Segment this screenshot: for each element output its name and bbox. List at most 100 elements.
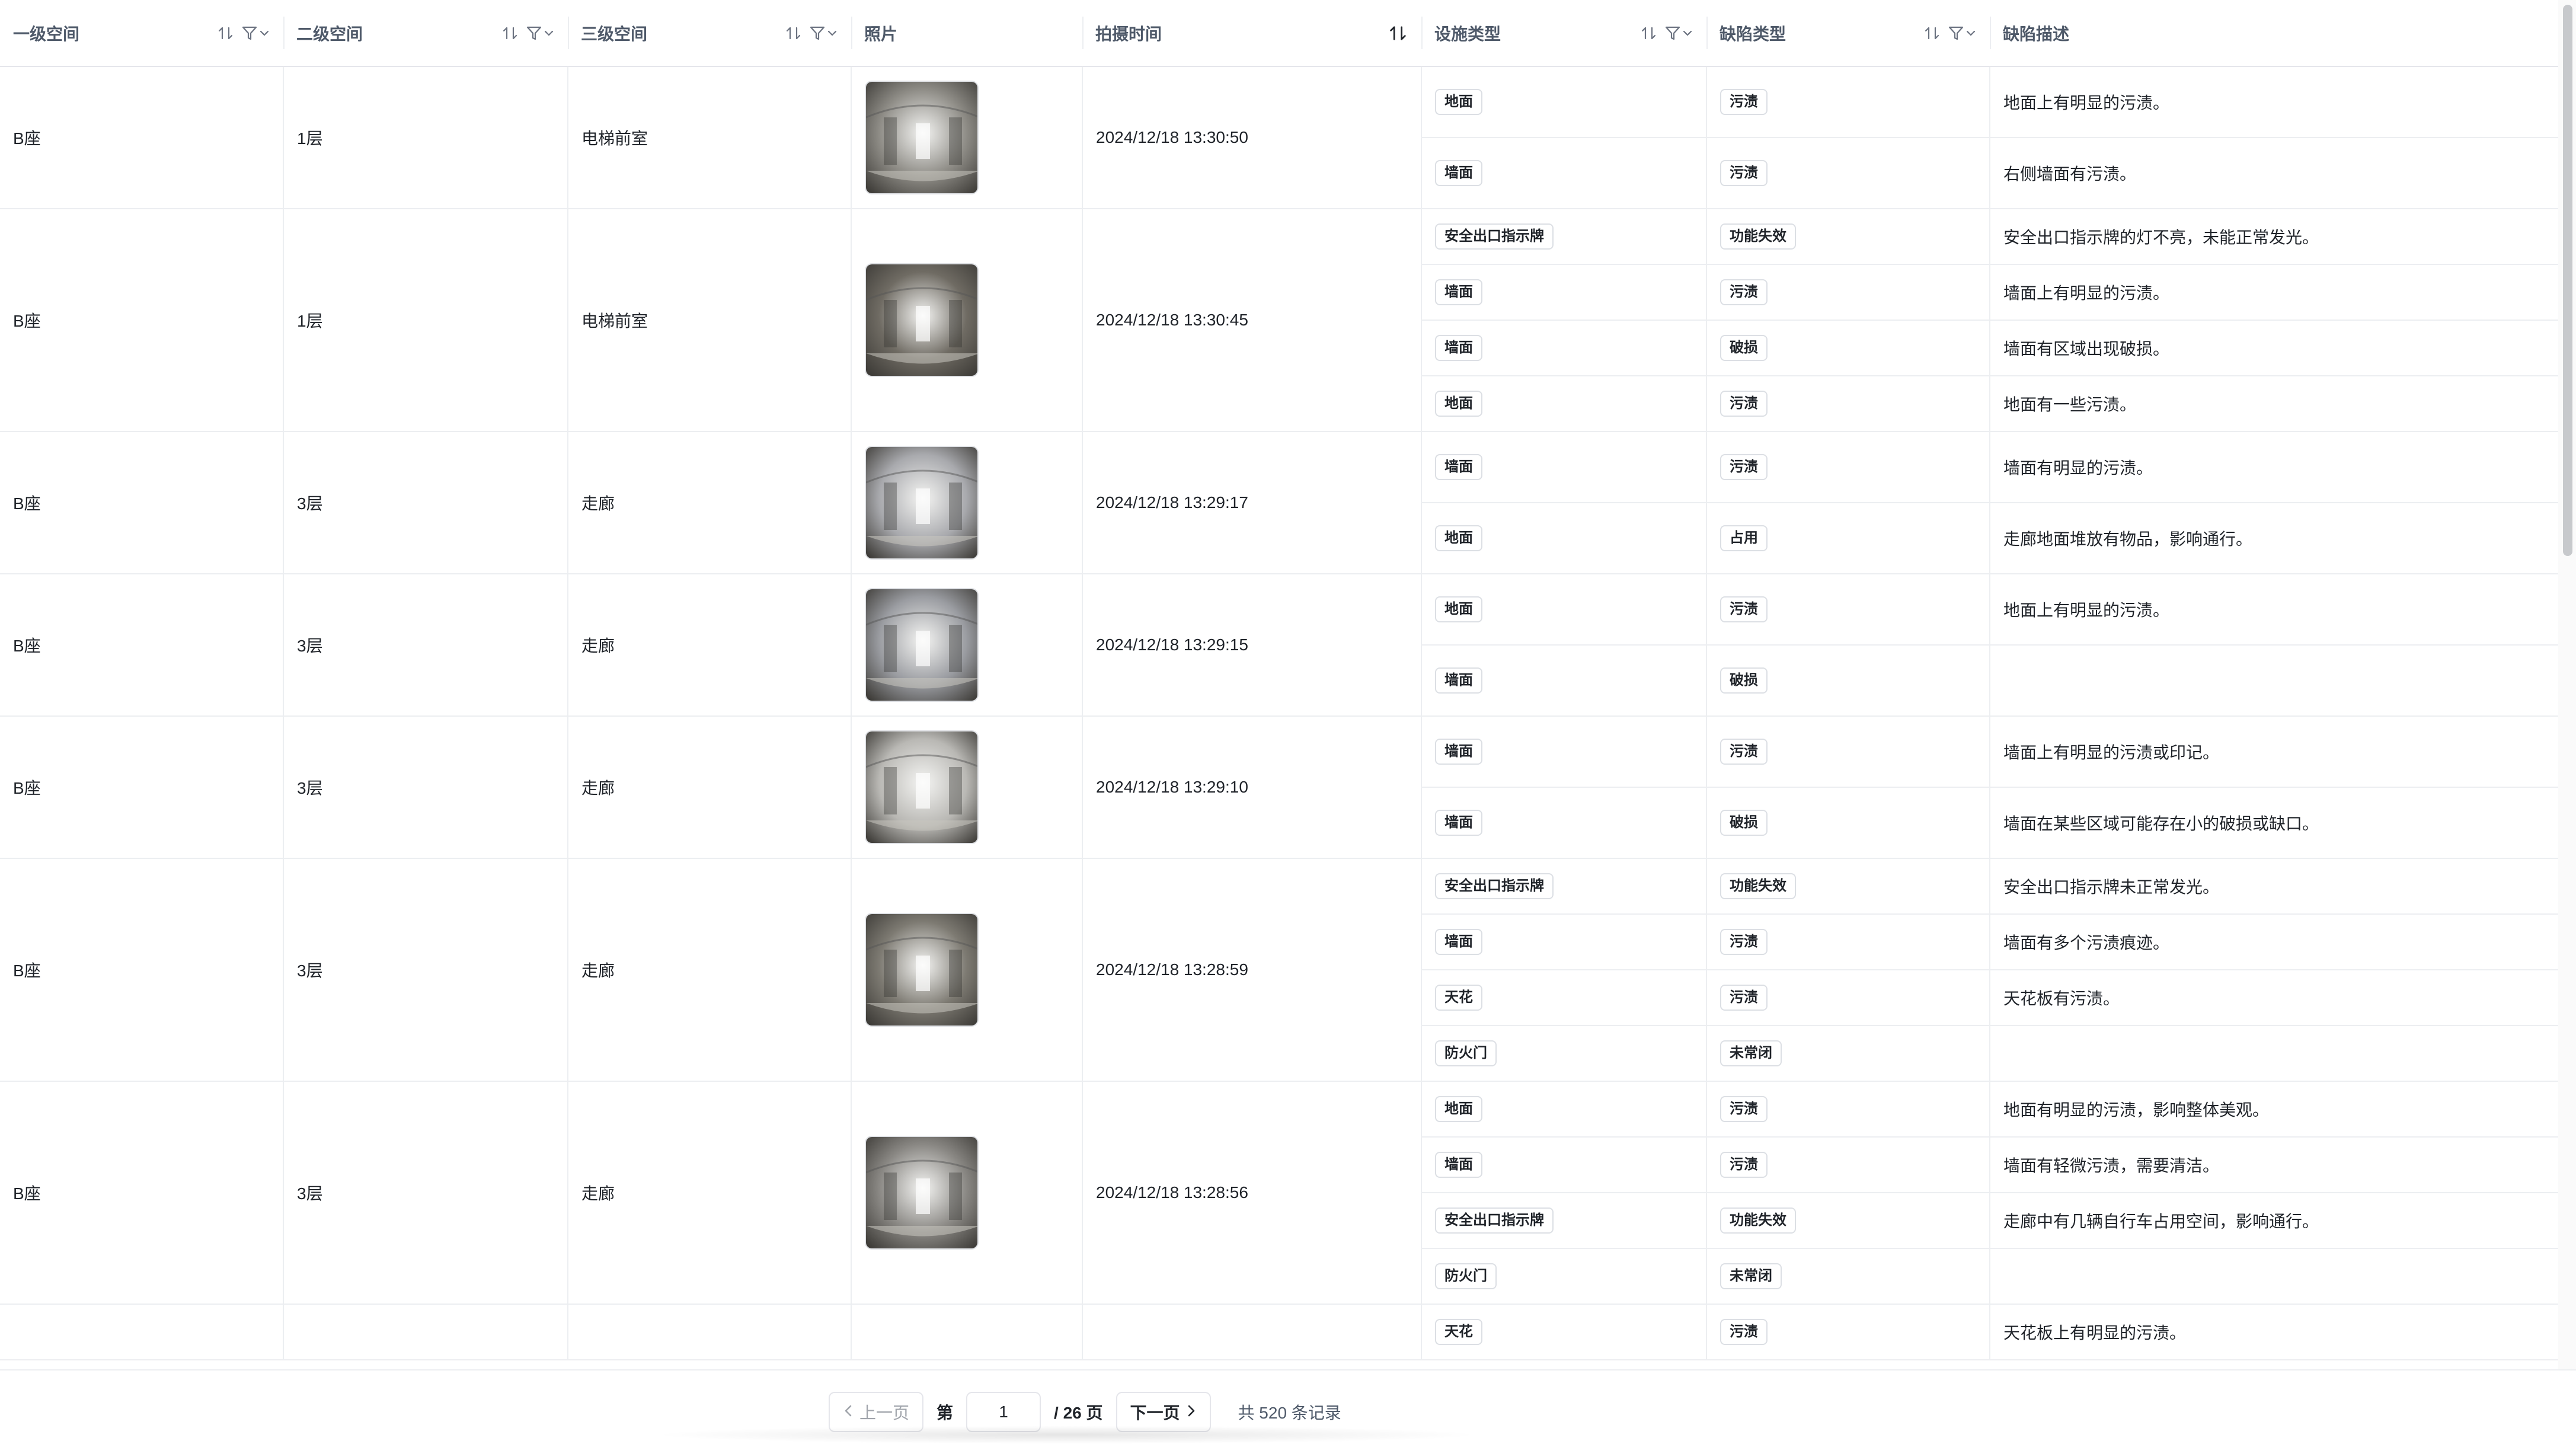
table-row[interactable]: B座 1层 电梯前室 2024/12/18 13:30:50 地面 污渍 地面上有明显的污渍… <box>0 66 2558 209</box>
cell-defect-type: 污渍 <box>1706 1304 1990 1360</box>
cell-level3: 电梯前室 <box>568 66 852 209</box>
table-row[interactable]: B座 3层 走廊 2024/12/18 13:29:17 墙面 污渍 墙面有明显的污渍。 <box>0 432 2558 574</box>
capture-time: 2024/12/18 13:30:50 <box>1096 128 1248 146</box>
cell-time: 2024/12/18 13:28:56 <box>1082 1081 1422 1305</box>
level3-text: 走廊 <box>581 961 615 980</box>
cell-facility-type: 安全出口指示牌 <box>1421 1193 1707 1249</box>
page-total: / 26 页 <box>1054 1404 1103 1422</box>
column-title-time: 拍摄时间 <box>1095 24 1162 43</box>
cell-defect-type: 污渍 <box>1706 376 1990 432</box>
level2-text: 3层 <box>297 779 323 797</box>
cell-time: 2024/12/18 13:29:15 <box>1082 574 1422 717</box>
cell-facility-type: 安全出口指示牌 <box>1421 209 1707 265</box>
level2-text: 3层 <box>297 1184 323 1203</box>
table-row[interactable]: B座 3层 走廊 2024/12/18 13:29:10 墙面 污渍 墙面上有明显的污渍或印… <box>0 716 2558 859</box>
cell-level2 <box>283 1304 568 1360</box>
defect-description: 安全出口指示牌未正常发光。 <box>2003 878 2220 896</box>
filter-icon[interactable] <box>241 24 270 42</box>
defect-type-tag: 污渍 <box>1720 1319 1768 1345</box>
table-row[interactable]: 天花 污渍 天花板上有明显的污渍。 <box>0 1304 2558 1360</box>
cell-defect-type: 污渍 <box>1706 1081 1990 1138</box>
cell-level3: 走廊 <box>568 574 852 717</box>
cell-facility-type: 墙面 <box>1421 264 1707 321</box>
table-row[interactable]: B座 3层 走廊 2024/12/18 13:28:59 安全出口指示牌 功能失效 安全出口… <box>0 858 2558 1082</box>
cell-description: 墙面有区域出现破损。 <box>1990 320 2558 376</box>
cell-facility-type: 天花 <box>1421 970 1707 1026</box>
cell-defect-type: 未常闭 <box>1706 1026 1990 1082</box>
facility-type-tag: 防火门 <box>1435 1263 1497 1289</box>
defect-type-tag: 污渍 <box>1720 391 1768 417</box>
filter-icon[interactable] <box>1664 24 1693 42</box>
cell-time: 2024/12/18 13:29:17 <box>1082 432 1422 574</box>
cell-photo <box>851 432 1083 574</box>
level2-text: 1层 <box>297 312 323 330</box>
sort-icon[interactable] <box>501 24 519 42</box>
total-records: 共 520 条记录 <box>1238 1404 1341 1422</box>
cell-time <box>1082 1304 1422 1360</box>
defect-type-tag: 污渍 <box>1720 1096 1768 1122</box>
panorama-thumbnail[interactable] <box>865 913 979 1027</box>
scrollbar-thumb[interactable] <box>2563 5 2572 556</box>
facility-type-tag: 墙面 <box>1435 1152 1482 1178</box>
defect-type-tag: 未常闭 <box>1720 1263 1782 1289</box>
panorama-thumbnail[interactable] <box>865 446 979 560</box>
panorama-thumbnail[interactable] <box>865 81 979 194</box>
panorama-thumbnail[interactable] <box>865 588 979 702</box>
sort-icon[interactable] <box>217 24 235 42</box>
defect-table-container[interactable]: 一级空间 二级空间 三级空间 照片 拍摄时间 设施类型 缺陷类型 缺陷描述 B座… <box>0 0 2558 1369</box>
table-row[interactable]: B座 3层 走廊 2024/12/18 13:28:56 地面 污渍 地面有明显的污渍，影响… <box>0 1081 2558 1305</box>
panorama-thumbnail[interactable] <box>865 263 979 377</box>
cell-facility-type: 地面 <box>1421 574 1707 646</box>
column-header-level2: 二级空间 <box>283 0 568 67</box>
cell-description: 墙面有明显的污渍。 <box>1990 432 2558 503</box>
cell-facility-type: 墙面 <box>1421 320 1707 376</box>
filter-icon[interactable] <box>1947 24 1977 42</box>
defect-type-tag: 污渍 <box>1720 985 1768 1011</box>
defect-type-tag: 污渍 <box>1720 929 1768 955</box>
filter-icon[interactable] <box>525 24 555 42</box>
cell-level3: 电梯前室 <box>568 209 852 432</box>
defect-description: 墙面在某些区域可能存在小的破损或缺口。 <box>2003 814 2319 833</box>
capture-time: 2024/12/18 13:28:56 <box>1096 1183 1248 1202</box>
vertical-scrollbar[interactable] <box>2558 0 2576 1369</box>
sort-icon[interactable] <box>1388 23 1408 43</box>
defect-description: 地面上有明显的污渍。 <box>2003 94 2170 112</box>
footer-shadow <box>652 1426 1482 1444</box>
cell-level2: 3层 <box>283 1081 568 1305</box>
facility-type-tag: 墙面 <box>1435 810 1482 836</box>
cell-description: 墙面在某些区域可能存在小的破损或缺口。 <box>1990 787 2558 859</box>
sort-icon[interactable] <box>1640 24 1658 42</box>
cell-facility-type: 地面 <box>1421 66 1707 138</box>
cell-defect-type: 占用 <box>1706 503 1990 574</box>
defect-description: 地面上有明显的污渍。 <box>2003 601 2170 619</box>
defect-description: 墙面有多个污渍痕迹。 <box>2003 934 2170 952</box>
filter-icon[interactable] <box>808 24 838 42</box>
cell-description: 安全出口指示牌未正常发光。 <box>1990 858 2558 915</box>
cell-facility-type: 地面 <box>1421 503 1707 574</box>
panorama-thumbnail[interactable] <box>865 730 979 844</box>
sort-icon[interactable] <box>1923 24 1941 42</box>
panorama-thumbnail[interactable] <box>865 1136 979 1250</box>
defect-description: 墙面上有明显的污渍或印记。 <box>2003 743 2220 762</box>
defect-description: 走廊中有几辆自行车占用空间，影响通行。 <box>2003 1212 2319 1231</box>
cell-facility-type: 地面 <box>1421 1081 1707 1138</box>
cell-level2: 3层 <box>283 574 568 717</box>
defect-type-tag: 破损 <box>1720 667 1768 694</box>
cell-level3: 走廊 <box>568 1081 852 1305</box>
table-row[interactable]: B座 1层 电梯前室 2024/12/18 13:30:45 安全出口指示牌 功能失效 安全… <box>0 209 2558 432</box>
cell-description: 天花板有污渍。 <box>1990 970 2558 1026</box>
defect-type-tag: 污渍 <box>1720 454 1768 480</box>
defect-description: 墙面有明显的污渍。 <box>2003 459 2153 477</box>
cell-photo <box>851 209 1083 432</box>
cell-description: 墙面上有明显的污渍。 <box>1990 264 2558 321</box>
cell-description: 墙面有轻微污渍，需要清洁。 <box>1990 1137 2558 1193</box>
defect-type-tag: 破损 <box>1720 335 1768 361</box>
chevron-left-icon <box>843 1403 854 1421</box>
column-header-time: 拍摄时间 <box>1082 0 1421 67</box>
table-row[interactable]: B座 3层 走廊 2024/12/18 13:29:15 地面 污渍 地面上有明显的污渍。 <box>0 574 2558 717</box>
defect-description: 右侧墙面有污渍。 <box>2003 165 2137 183</box>
column-title-level3: 三级空间 <box>581 24 648 43</box>
cell-description: 地面上有明显的污渍。 <box>1990 574 2558 646</box>
cell-level3: 走廊 <box>568 858 852 1082</box>
sort-icon[interactable] <box>785 24 803 42</box>
